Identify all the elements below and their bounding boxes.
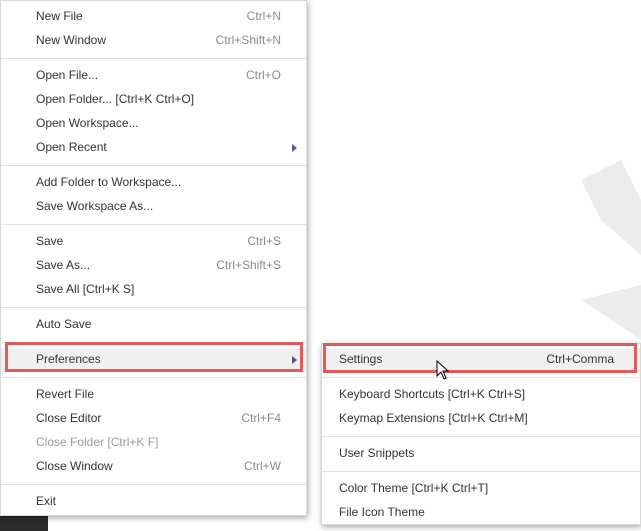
- menu-item-label: Open Workspace...: [36, 116, 139, 130]
- menu-separator: [1, 307, 306, 308]
- vscode-watermark-icon: [581, 160, 641, 340]
- menu-item-exit[interactable]: Exit: [1, 490, 306, 514]
- menu-separator: [1, 58, 306, 59]
- menu-item-file-icon-theme[interactable]: File Icon Theme: [322, 501, 640, 525]
- menu-item-label: Close Editor: [36, 411, 102, 425]
- menu-item-label: Add Folder to Workspace...: [36, 175, 182, 189]
- menu-item-label: Keymap Extensions [Ctrl+K Ctrl+M]: [339, 411, 528, 425]
- menu-item-label: Close Folder [Ctrl+K F]: [36, 435, 159, 449]
- submenu-arrow-icon: [292, 144, 297, 152]
- menu-item-label: Settings: [339, 352, 383, 366]
- menu-item-label: Color Theme [Ctrl+K Ctrl+T]: [339, 481, 489, 495]
- menu-separator: [322, 471, 640, 472]
- menu-item-shortcut: Ctrl+Comma: [546, 352, 614, 366]
- menu-item-label: Open Recent: [36, 140, 107, 154]
- menu-item-settings[interactable]: Settings Ctrl+Comma: [322, 348, 640, 372]
- menu-item-label: Keyboard Shortcuts [Ctrl+K Ctrl+S]: [339, 387, 526, 401]
- menu-item-label: Open Folder... [Ctrl+K Ctrl+O]: [36, 92, 195, 106]
- menu-separator: [1, 342, 306, 343]
- menu-item-label: Open File...: [36, 68, 99, 82]
- menu-separator: [1, 484, 306, 485]
- file-menu: New File Ctrl+N New Window Ctrl+Shift+N …: [0, 0, 307, 516]
- menu-item-label: Exit: [36, 494, 57, 508]
- screen: New File Ctrl+N New Window Ctrl+Shift+N …: [0, 0, 641, 531]
- menu-item-save-all[interactable]: Save All [Ctrl+K S]: [1, 278, 306, 302]
- menu-item-label: New File: [36, 9, 83, 23]
- menu-item-new-file[interactable]: New File Ctrl+N: [1, 5, 306, 29]
- menu-item-label: Close Window: [36, 459, 113, 473]
- menu-separator: [322, 377, 640, 378]
- menu-separator: [322, 436, 640, 437]
- menu-item-save[interactable]: Save Ctrl+S: [1, 230, 306, 254]
- menu-item-shortcut: Ctrl+O: [245, 68, 281, 82]
- menu-item-save-workspace-as[interactable]: Save Workspace As...: [1, 195, 306, 219]
- menu-item-add-folder-to-workspace[interactable]: Add Folder to Workspace...: [1, 171, 306, 195]
- menu-item-label: Preferences: [36, 352, 101, 366]
- menu-item-user-snippets[interactable]: User Snippets: [322, 442, 640, 466]
- submenu-arrow-icon: [292, 356, 297, 364]
- menu-item-shortcut: Ctrl+Shift+N: [215, 33, 281, 47]
- menu-item-color-theme[interactable]: Color Theme [Ctrl+K Ctrl+T]: [322, 477, 640, 501]
- menu-item-shortcut: Ctrl+S: [247, 234, 281, 248]
- menu-item-label: Auto Save: [36, 317, 92, 331]
- menu-item-keymap-extensions[interactable]: Keymap Extensions [Ctrl+K Ctrl+M]: [322, 407, 640, 431]
- menu-item-save-as[interactable]: Save As... Ctrl+Shift+S: [1, 254, 306, 278]
- menu-item-label: Save All [Ctrl+K S]: [36, 282, 135, 296]
- menu-item-revert-file[interactable]: Revert File: [1, 383, 306, 407]
- menu-item-close-folder: Close Folder [Ctrl+K F]: [1, 431, 306, 455]
- menu-item-label: New Window: [36, 33, 107, 47]
- menu-item-label: User Snippets: [339, 446, 415, 460]
- menu-item-label: File Icon Theme: [339, 505, 425, 519]
- menu-item-open-recent[interactable]: Open Recent: [1, 136, 306, 160]
- menu-item-label: Save Workspace As...: [36, 199, 154, 213]
- preferences-submenu: Settings Ctrl+Comma Keyboard Shortcuts […: [321, 343, 641, 525]
- menu-item-shortcut: Ctrl+F4: [241, 411, 281, 425]
- menu-item-open-folder[interactable]: Open Folder... [Ctrl+K Ctrl+O]: [1, 88, 306, 112]
- menu-item-new-window[interactable]: New Window Ctrl+Shift+N: [1, 29, 306, 53]
- menu-item-open-file[interactable]: Open File... Ctrl+O: [1, 64, 306, 88]
- menu-item-label: Save: [36, 234, 64, 248]
- menu-separator: [1, 377, 306, 378]
- menu-separator: [1, 165, 306, 166]
- menu-item-open-workspace[interactable]: Open Workspace...: [1, 112, 306, 136]
- menu-item-label: Save As...: [36, 258, 91, 272]
- menu-item-preferences[interactable]: Preferences: [1, 348, 306, 372]
- menu-item-close-window[interactable]: Close Window Ctrl+W: [1, 455, 306, 479]
- menu-item-keyboard-shortcuts[interactable]: Keyboard Shortcuts [Ctrl+K Ctrl+S]: [322, 383, 640, 407]
- menu-item-shortcut: Ctrl+Shift+S: [216, 258, 281, 272]
- menu-item-shortcut: Ctrl+W: [244, 459, 281, 473]
- mouse-pointer-icon: [436, 360, 450, 380]
- menu-item-label: Revert File: [36, 387, 95, 401]
- menu-item-close-editor[interactable]: Close Editor Ctrl+F4: [1, 407, 306, 431]
- menu-item-auto-save[interactable]: Auto Save: [1, 313, 306, 337]
- menu-item-shortcut: Ctrl+N: [246, 9, 281, 23]
- menu-separator: [1, 224, 306, 225]
